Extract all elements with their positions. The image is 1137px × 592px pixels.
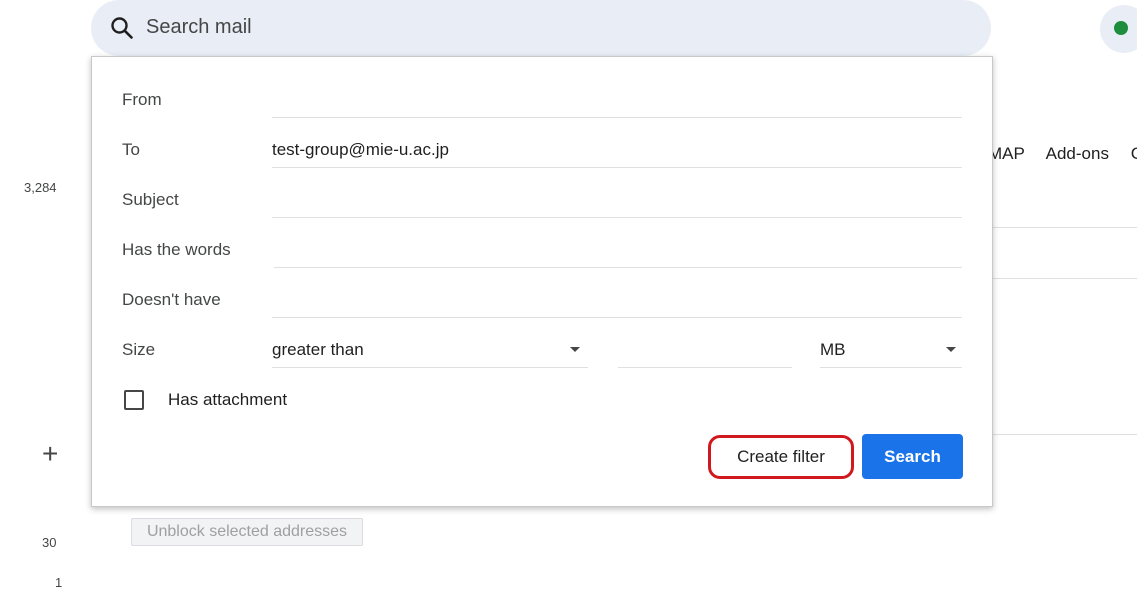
- subject-field[interactable]: [272, 182, 962, 218]
- to-row: To test-group@mie-u.ac.jp: [122, 132, 964, 168]
- from-row: From: [122, 82, 964, 118]
- create-filter-button[interactable]: Create filter: [708, 435, 854, 479]
- has-attachment-label: Has attachment: [168, 390, 288, 409]
- settings-tabs: MAP Add-ons C: [988, 144, 1137, 164]
- has-words-row: Has the words: [122, 232, 964, 268]
- size-label: Size: [122, 340, 156, 359]
- chevron-down-icon: [570, 347, 580, 352]
- search-button[interactable]: Search: [862, 434, 963, 479]
- to-value: test-group@mie-u.ac.jp: [272, 140, 449, 159]
- search-input[interactable]: Search mail: [146, 16, 252, 39]
- to-field[interactable]: test-group@mie-u.ac.jp: [272, 132, 962, 168]
- tab-more[interactable]: C: [1131, 144, 1137, 163]
- size-comparator-value: greater than: [272, 340, 364, 359]
- doesnt-have-row: Doesn't have: [122, 282, 964, 318]
- search-filter-panel: From To test-group@mie-u.ac.jp Subject H…: [91, 56, 993, 507]
- status-button[interactable]: [1100, 5, 1137, 53]
- subject-row: Subject: [122, 182, 964, 218]
- has-words-label: Has the words: [122, 240, 231, 259]
- has-attachment-checkbox[interactable]: [124, 390, 144, 410]
- doesnt-have-label: Doesn't have: [122, 290, 221, 309]
- rail-count: 30: [42, 535, 57, 550]
- left-rail: 3,284 + 30 1: [0, 0, 91, 592]
- size-unit-select[interactable]: MB: [820, 332, 962, 368]
- size-unit-value: MB: [820, 340, 846, 359]
- add-icon[interactable]: +: [42, 440, 58, 468]
- unblock-addresses-button[interactable]: Unblock selected addresses: [131, 518, 363, 546]
- size-value-input[interactable]: [618, 332, 792, 368]
- tab-imap[interactable]: MAP: [988, 144, 1025, 163]
- divider: [993, 434, 1137, 435]
- from-field[interactable]: [272, 82, 962, 118]
- subject-label: Subject: [122, 190, 179, 209]
- size-row: Size greater than MB: [122, 332, 964, 368]
- divider: [993, 278, 1137, 279]
- rail-count: 3,284: [24, 180, 57, 195]
- search-icon[interactable]: [109, 15, 135, 41]
- doesnt-have-field[interactable]: [272, 282, 962, 318]
- search-bar[interactable]: Search mail: [91, 0, 991, 56]
- chevron-down-icon: [946, 347, 956, 352]
- tab-add-ons[interactable]: Add-ons: [1046, 144, 1109, 163]
- rail-count: 1: [55, 575, 63, 590]
- divider: [993, 227, 1137, 228]
- from-label: From: [122, 90, 162, 109]
- size-comparator-select[interactable]: greater than: [272, 332, 588, 368]
- has-words-field[interactable]: [274, 232, 962, 268]
- to-label: To: [122, 140, 140, 159]
- status-dot-icon: [1114, 21, 1128, 35]
